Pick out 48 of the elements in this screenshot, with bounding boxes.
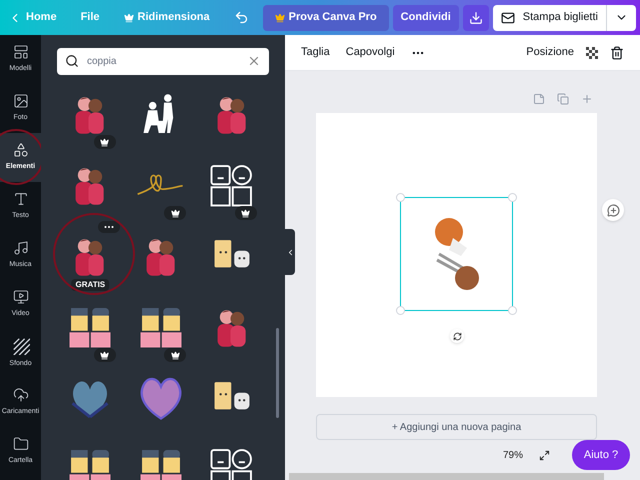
crown-icon [170, 208, 180, 218]
try-pro-button[interactable]: Prova Canva Pro [262, 4, 389, 30]
shapes-icon [12, 142, 28, 158]
share-button[interactable]: Condividi [392, 4, 459, 30]
collapse-panel-button[interactable] [285, 229, 295, 275]
crown-icon [124, 12, 134, 22]
print-button[interactable]: Stampa biglietti [492, 9, 606, 26]
expand-icon[interactable] [539, 450, 550, 460]
undo-icon [234, 10, 249, 25]
crown-icon [100, 350, 110, 360]
crown-icon [274, 12, 285, 22]
flip-button[interactable]: Capovolgi [346, 44, 395, 61]
comment-plus-icon [606, 204, 620, 216]
crop-button[interactable]: Taglia [301, 44, 330, 61]
image-icon [12, 93, 28, 110]
position-button[interactable]: Posizione [526, 44, 574, 61]
undo-button[interactable] [234, 10, 249, 25]
video-icon [12, 289, 28, 306]
free-badge: GRATIS [72, 279, 110, 291]
checkerboard-icon [586, 46, 598, 58]
music-note-icon [12, 240, 28, 256]
add-comment-button[interactable] [602, 199, 624, 221]
crown-icon [241, 208, 250, 218]
clear-icon[interactable] [247, 54, 261, 68]
trash-icon [610, 46, 624, 60]
more-options-button[interactable] [98, 221, 120, 233]
crown-icon [100, 138, 110, 146]
cloud-upload-icon [12, 387, 28, 404]
crown-icon [170, 350, 180, 360]
templates-icon [12, 44, 28, 60]
text-icon [12, 191, 28, 208]
folder-icon [12, 436, 28, 452]
resize-handle[interactable] [508, 306, 517, 315]
search-field[interactable]: coppia [57, 48, 269, 75]
resize-handle[interactable] [508, 193, 517, 202]
resize-handle[interactable] [396, 306, 405, 315]
zoom-level[interactable]: 79% [502, 448, 523, 462]
transparency-button[interactable] [586, 46, 598, 58]
download-icon [468, 10, 483, 24]
add-page-button[interactable]: + Aggiungi una nuova pagina [316, 414, 597, 440]
sticker-tile[interactable]: GRATIS [57, 221, 124, 291]
help-button[interactable]: Aiuto ? [572, 440, 630, 470]
search-icon [65, 54, 79, 68]
rotate-handle[interactable] [450, 329, 464, 343]
download-button[interactable] [462, 4, 489, 30]
envelope-icon [500, 10, 515, 24]
delete-button[interactable] [610, 46, 624, 60]
resize-handle[interactable] [396, 193, 405, 202]
